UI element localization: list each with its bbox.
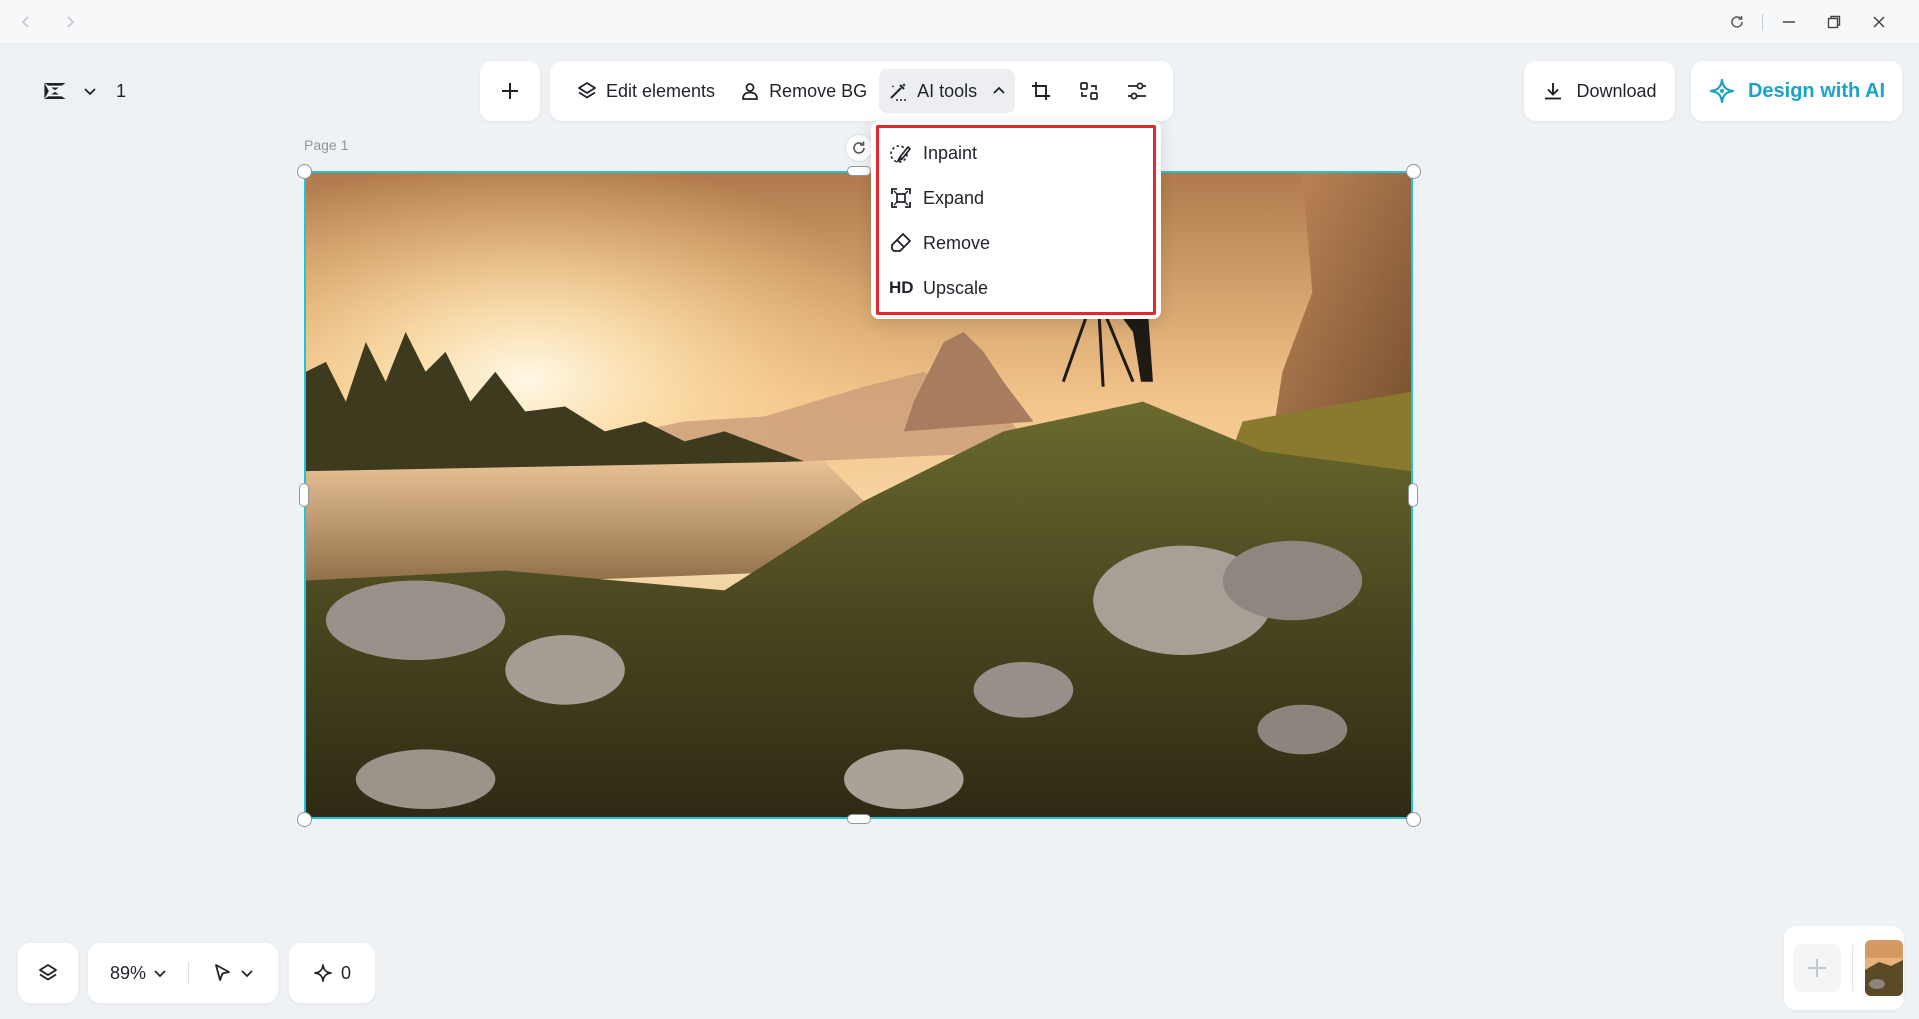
chevron-down-icon[interactable] xyxy=(239,965,255,981)
plus-icon xyxy=(1808,959,1826,977)
ai-credits-button[interactable]: 0 xyxy=(289,943,375,1003)
reload-icon xyxy=(1731,16,1743,28)
transform-icon xyxy=(1080,82,1098,100)
menu-item-label: Upscale xyxy=(923,277,989,298)
ai-credits-count: 0 xyxy=(340,962,351,983)
resize-handle-bottom-left[interactable] xyxy=(297,812,312,827)
layers-icon xyxy=(578,82,596,99)
sliders-icon xyxy=(1128,82,1147,100)
page-label: Page 1 xyxy=(304,137,349,153)
adjust-button[interactable] xyxy=(1115,69,1159,113)
back-button[interactable] xyxy=(14,10,38,34)
resize-handle-right[interactable] xyxy=(1408,483,1418,507)
resize-handle-top-left[interactable] xyxy=(297,164,312,179)
chevron-right-icon xyxy=(67,16,75,28)
sparkle-icon xyxy=(314,964,332,982)
chevron-left-icon xyxy=(21,16,29,28)
ai-tools-label: AI tools xyxy=(917,80,978,101)
page-thumbnail-image xyxy=(1865,940,1903,996)
close-button[interactable] xyxy=(1867,10,1891,34)
inpaint-icon xyxy=(890,145,911,163)
ai-tools-menu: Inpaint Expand Remove HD Upscale xyxy=(871,121,1161,319)
flip-button[interactable] xyxy=(1067,69,1111,113)
titlebar-divider xyxy=(1762,14,1763,30)
close-icon xyxy=(1873,16,1885,28)
ai-sparkle-icon xyxy=(1709,78,1735,104)
menu-item-label: Remove xyxy=(923,232,991,253)
chevron-up-icon xyxy=(993,86,1005,94)
download-button[interactable]: Download xyxy=(1524,61,1675,121)
pages-divider xyxy=(1852,945,1853,991)
remove-bg-label: Remove BG xyxy=(769,80,868,101)
cursor-pointer-icon[interactable] xyxy=(211,962,233,984)
edit-elements-label: Edit elements xyxy=(606,80,716,101)
image-toolbar: Edit elements Remove BG AI tools xyxy=(550,61,1173,121)
expand-icon xyxy=(891,188,911,208)
layers-button[interactable] xyxy=(18,943,78,1003)
zoom-level[interactable]: 89% xyxy=(110,963,146,984)
resize-handle-top-right[interactable] xyxy=(1406,164,1421,179)
zoom-controls: 89% xyxy=(88,943,278,1003)
remove-bg-button[interactable]: Remove BG xyxy=(731,69,875,113)
ai-tools-button[interactable]: AI tools xyxy=(879,69,1016,113)
menu-item-remove[interactable]: Remove xyxy=(889,223,1144,263)
zoom-divider xyxy=(188,962,190,984)
page-thumbnail[interactable] xyxy=(1865,940,1903,996)
crop-button[interactable] xyxy=(1019,69,1063,113)
resize-handle-bottom[interactable] xyxy=(847,814,871,824)
selected-landscape-image[interactable] xyxy=(304,171,1413,819)
restore-button[interactable] xyxy=(1822,10,1846,34)
landscape-image xyxy=(306,173,1411,817)
window-titlebar xyxy=(0,0,1919,44)
minimize-button[interactable] xyxy=(1777,10,1801,34)
forward-button[interactable] xyxy=(58,10,82,34)
resize-handle-bottom-right[interactable] xyxy=(1406,812,1421,827)
crop-icon xyxy=(1032,82,1051,100)
resize-handle-top[interactable] xyxy=(847,166,871,176)
chevron-down-icon xyxy=(84,88,96,96)
add-button[interactable] xyxy=(480,61,540,121)
app-logo-icon xyxy=(38,74,72,108)
reload-button[interactable] xyxy=(1725,10,1749,34)
eraser-icon xyxy=(891,233,911,252)
rotate-handle[interactable] xyxy=(845,134,873,162)
minimize-icon xyxy=(1783,21,1795,23)
download-icon xyxy=(1545,83,1562,100)
menu-item-expand[interactable]: Expand xyxy=(889,178,1144,218)
project-menu[interactable]: 1 xyxy=(18,66,130,116)
edit-elements-button[interactable]: Edit elements xyxy=(568,69,723,113)
design-with-ai-button[interactable]: Design with AI xyxy=(1691,61,1902,121)
layers-icon xyxy=(39,964,57,981)
rotate-icon xyxy=(853,141,865,154)
menu-item-label: Inpaint xyxy=(923,142,978,163)
page-count: 1 xyxy=(116,80,127,101)
design-with-ai-label: Design with AI xyxy=(1747,79,1886,102)
plus-icon xyxy=(502,83,518,99)
restore-icon xyxy=(1827,15,1841,29)
menu-item-label: Expand xyxy=(923,187,985,208)
pages-panel xyxy=(1784,926,1904,1010)
menu-item-upscale[interactable]: HD Upscale xyxy=(889,268,1144,308)
download-label: Download xyxy=(1576,80,1657,101)
person-cutout-icon xyxy=(742,83,758,100)
add-page-button[interactable] xyxy=(1793,944,1841,992)
chevron-down-icon[interactable] xyxy=(152,965,168,981)
menu-item-inpaint[interactable]: Inpaint xyxy=(889,133,1144,173)
resize-handle-left[interactable] xyxy=(299,483,309,507)
magic-wand-icon xyxy=(890,83,908,101)
hd-badge-icon: HD xyxy=(889,278,914,297)
